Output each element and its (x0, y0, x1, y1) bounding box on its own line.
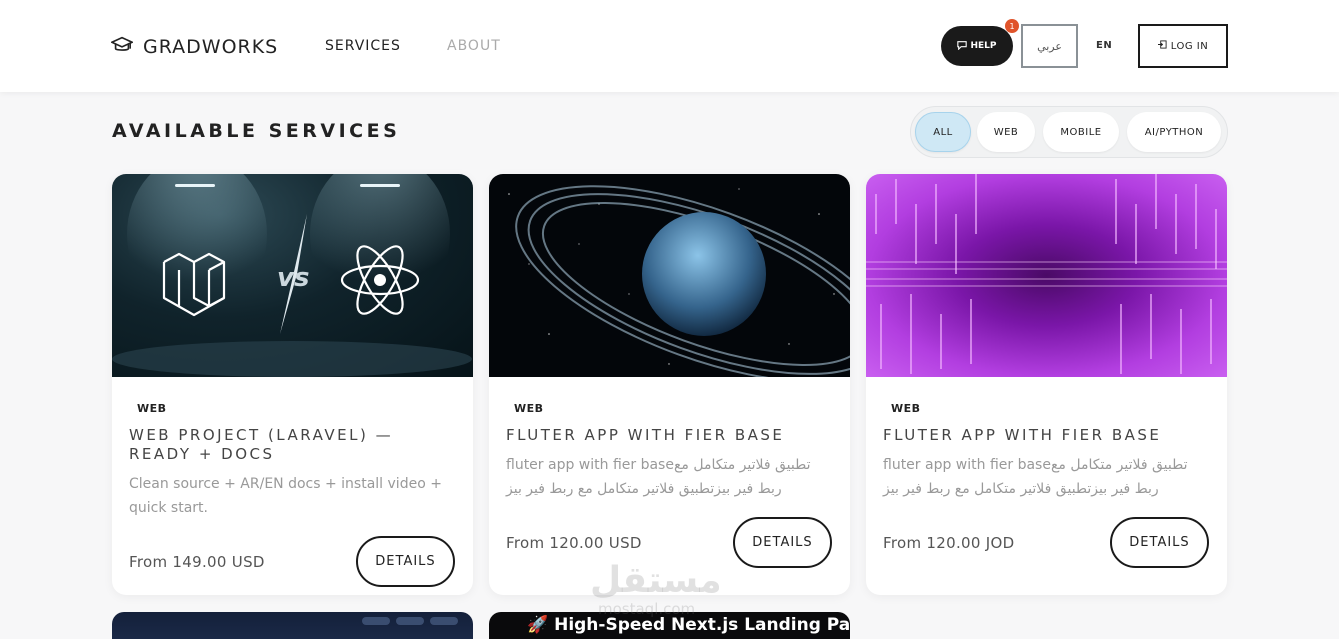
top-navbar: GRADWORKS SERVICES ABOUT HELP 1 عربي EN … (0, 0, 1339, 92)
card-category-tag: WEB (137, 402, 167, 415)
details-button[interactable]: DETAILS (733, 517, 832, 568)
filter-ai-python[interactable]: AI/PYTHON (1127, 112, 1221, 152)
service-card[interactable]: WEB FLUTER APP WITH FIER BASE fluter app… (866, 174, 1227, 595)
details-button[interactable]: DETAILS (1110, 517, 1209, 568)
filter-mobile[interactable]: MOBILE (1043, 112, 1119, 152)
brand-name: GRADWORKS (143, 36, 279, 58)
card-description: fluter app with fier baseتطبيق فلاتير مت… (506, 457, 811, 497)
watermark-url: mostaql.com (598, 600, 696, 618)
nav-about-link[interactable]: ABOUT (447, 38, 501, 54)
svg-text:vs: vs (277, 263, 309, 293)
card-title: FLUTER APP WITH FIER BASE (883, 426, 1162, 444)
card-description: fluter app with fier baseتطبيق فلاتير مت… (883, 457, 1188, 497)
card-title: WEB PROJECT (LARAVEL) — READY + DOCS (129, 426, 394, 463)
card-price: From 149.00 USD (129, 553, 265, 571)
language-arabic-button[interactable]: عربي (1021, 24, 1078, 68)
help-label: HELP (970, 41, 997, 51)
card-image-planet (489, 174, 850, 377)
details-button[interactable]: DETAILS (356, 536, 455, 587)
card-category-tag: WEB (891, 402, 921, 415)
graduation-cap-icon (109, 34, 135, 60)
filter-web[interactable]: WEB (977, 112, 1035, 152)
section-title: AVAILABLE SERVICES (112, 120, 401, 142)
card-image-laravel-vs-react: vs (112, 174, 473, 377)
help-button[interactable]: HELP (941, 26, 1013, 66)
card-price: From 120.00 JOD (883, 534, 1015, 552)
card-category-tag: WEB (514, 402, 544, 415)
card-image-caption: 🚀 High-Speed Next.js Landing Pages (527, 615, 850, 635)
decor-pill (430, 617, 458, 625)
card-title: FLUTER APP WITH FIER BASE (506, 426, 785, 444)
login-button[interactable]: LOG IN (1138, 24, 1228, 68)
language-english-button[interactable]: EN (1096, 40, 1112, 51)
login-label: LOG IN (1170, 40, 1209, 52)
card-image-neon-data-streams (866, 174, 1227, 377)
chat-icon (957, 40, 968, 53)
service-card-partial[interactable] (112, 612, 473, 639)
decor-pill (362, 617, 390, 625)
category-filter-group: ALL WEB MOBILE AI/PYTHON (910, 106, 1228, 158)
service-card[interactable]: vs WEB WEB PROJECT (LARAVEL) — READY + D… (112, 174, 473, 595)
brand-link[interactable]: GRADWORKS (109, 34, 279, 60)
filter-all[interactable]: ALL (915, 112, 971, 152)
help-notification-badge: 1 (1005, 19, 1019, 33)
service-card[interactable]: WEB FLUTER APP WITH FIER BASE fluter app… (489, 174, 850, 595)
login-icon (1157, 40, 1167, 52)
watermark-logo: مستقل (590, 560, 722, 601)
card-description: Clean source + AR/EN docs + install vide… (129, 476, 442, 516)
nav-services-link[interactable]: SERVICES (325, 38, 401, 54)
decor-pill (396, 617, 424, 625)
card-price: From 120.00 USD (506, 534, 642, 552)
